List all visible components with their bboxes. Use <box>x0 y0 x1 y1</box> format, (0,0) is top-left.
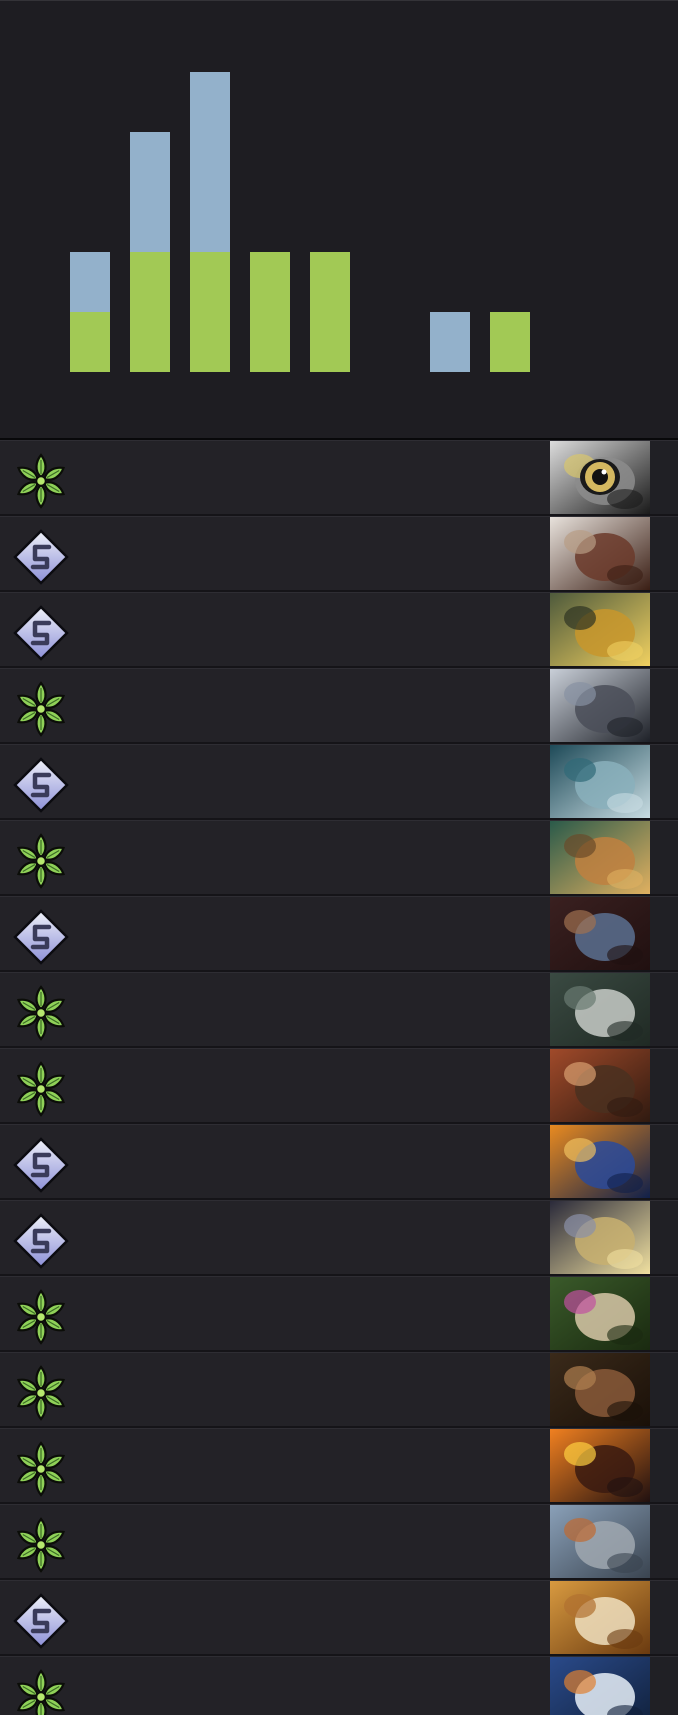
row-gutter <box>650 897 678 970</box>
mana-curve-chart <box>0 0 678 440</box>
card-row[interactable] <box>0 1200 678 1276</box>
card-art-thumbnail <box>550 745 650 818</box>
card-row[interactable] <box>0 972 678 1048</box>
green-leaf-icon <box>13 453 69 509</box>
row-gutter <box>650 1581 678 1654</box>
row-gutter <box>650 821 678 894</box>
row-gutter <box>650 973 678 1046</box>
row-gutter <box>650 669 678 742</box>
card-row[interactable] <box>0 820 678 896</box>
card-art-thumbnail <box>550 1125 650 1198</box>
row-gutter <box>650 593 678 666</box>
card-row[interactable] <box>0 668 678 744</box>
bar-6-series-1 <box>430 312 470 372</box>
bar-4-series-0 <box>310 252 350 372</box>
card-art-thumbnail <box>550 1657 650 1715</box>
card-row[interactable] <box>0 1428 678 1504</box>
green-leaf-icon <box>13 1441 69 1497</box>
green-leaf-icon <box>13 1365 69 1421</box>
blue-swirl-icon <box>13 909 69 965</box>
card-art-thumbnail <box>550 1505 650 1578</box>
card-art-thumbnail <box>550 897 650 970</box>
bar-1-series-0 <box>130 252 170 372</box>
card-art-thumbnail <box>550 1201 650 1274</box>
blue-swirl-icon <box>13 1213 69 1269</box>
bar-2-series-0 <box>190 252 230 372</box>
bar-7-series-0 <box>490 312 530 372</box>
card-art-thumbnail <box>550 1429 650 1502</box>
green-leaf-icon <box>13 681 69 737</box>
blue-swirl-icon <box>13 529 69 585</box>
row-gutter <box>650 1429 678 1502</box>
row-gutter <box>650 1201 678 1274</box>
row-gutter <box>650 1049 678 1122</box>
deck-view <box>0 0 678 1715</box>
green-leaf-icon <box>13 833 69 889</box>
mana-curve-svg <box>70 72 530 372</box>
row-gutter <box>650 1125 678 1198</box>
blue-swirl-icon <box>13 1137 69 1193</box>
card-art-thumbnail <box>550 669 650 742</box>
card-row[interactable] <box>0 1276 678 1352</box>
card-row[interactable] <box>0 744 678 820</box>
bar-1-series-1 <box>130 132 170 252</box>
card-row[interactable] <box>0 1580 678 1656</box>
card-row[interactable] <box>0 440 678 516</box>
green-leaf-icon <box>13 985 69 1041</box>
blue-swirl-icon <box>13 757 69 813</box>
green-leaf-icon <box>13 1669 69 1715</box>
card-art-thumbnail <box>550 973 650 1046</box>
card-art-thumbnail <box>550 1277 650 1350</box>
card-row[interactable] <box>0 1124 678 1200</box>
green-leaf-icon <box>13 1517 69 1573</box>
row-gutter <box>650 1353 678 1426</box>
row-gutter <box>650 1277 678 1350</box>
bar-3-series-0 <box>250 252 290 372</box>
card-row[interactable] <box>0 516 678 592</box>
card-art-thumbnail <box>550 441 650 514</box>
card-art-thumbnail <box>550 1581 650 1654</box>
card-art-thumbnail <box>550 517 650 590</box>
card-row[interactable] <box>0 592 678 668</box>
card-row[interactable] <box>0 1504 678 1580</box>
green-leaf-icon <box>13 1289 69 1345</box>
bar-2-series-1 <box>190 72 230 252</box>
bar-0-series-1 <box>70 252 110 312</box>
row-gutter <box>650 517 678 590</box>
green-leaf-icon <box>13 1061 69 1117</box>
card-art-thumbnail <box>550 593 650 666</box>
card-row[interactable] <box>0 1352 678 1428</box>
card-row[interactable] <box>0 896 678 972</box>
card-row[interactable] <box>0 1048 678 1124</box>
blue-swirl-icon <box>13 1593 69 1649</box>
card-row[interactable] <box>0 1656 678 1715</box>
row-gutter <box>650 1505 678 1578</box>
row-gutter <box>650 745 678 818</box>
card-art-thumbnail <box>550 1049 650 1122</box>
bar-0-series-0 <box>70 312 110 372</box>
card-art-thumbnail <box>550 1353 650 1426</box>
card-art-thumbnail <box>550 821 650 894</box>
row-gutter <box>650 1657 678 1715</box>
row-gutter <box>650 441 678 514</box>
blue-swirl-icon <box>13 605 69 661</box>
card-list <box>0 440 678 1715</box>
